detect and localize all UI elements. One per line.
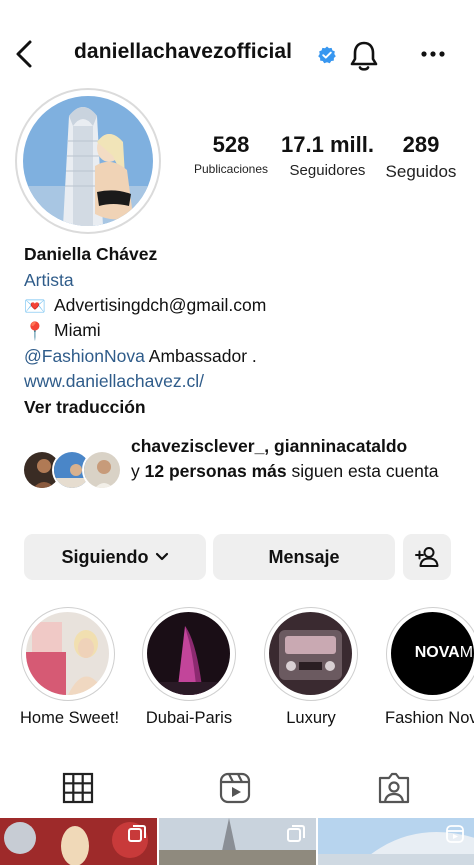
profile-avatar[interactable] bbox=[23, 96, 153, 226]
translate-button[interactable]: Ver traducción bbox=[24, 397, 146, 418]
bio-website-link[interactable]: www.daniellachavez.cl/ bbox=[24, 371, 204, 392]
followed-by-suffix: siguen esta cuenta bbox=[286, 461, 439, 481]
bio-location: Miami bbox=[54, 320, 101, 340]
posts-grid bbox=[0, 818, 474, 865]
story-highlight[interactable]: NOVAMEN Fashion Nov bbox=[385, 607, 474, 728]
followers-count-value: 17.1 mill. bbox=[281, 132, 374, 157]
followers-count[interactable]: 17.1 mill. Seguidores bbox=[280, 132, 375, 179]
highlight-label: Home Sweet! bbox=[20, 709, 120, 727]
following-button[interactable]: Siguiendo bbox=[24, 534, 206, 580]
highlight-cover bbox=[269, 612, 352, 695]
tagged-icon[interactable] bbox=[376, 770, 412, 806]
post-thumbnail[interactable] bbox=[0, 818, 157, 865]
follower-avatar bbox=[82, 450, 122, 490]
more-options-icon[interactable] bbox=[418, 42, 448, 66]
posts-count-label: Publicaciones bbox=[193, 162, 269, 176]
location-pin-icon: 📍 bbox=[24, 320, 46, 341]
followed-by-text[interactable]: chavezisclever_, gianninacataldo y 12 per… bbox=[131, 434, 461, 484]
posts-count[interactable]: 528 Publicaciones bbox=[186, 132, 276, 176]
story-highlight[interactable]: Luxury bbox=[263, 607, 359, 728]
followed-by-names: chavezisclever_, gianninacataldo bbox=[131, 436, 408, 456]
followed-by-others: 12 personas más bbox=[144, 461, 287, 481]
add-user-icon bbox=[415, 547, 439, 567]
post-thumbnail[interactable] bbox=[159, 818, 316, 865]
verified-badge-icon bbox=[318, 46, 336, 64]
followed-by-prefix: y bbox=[131, 461, 145, 481]
highlight-label: Fashion Nov bbox=[385, 709, 474, 727]
story-highlight[interactable]: Dubai-Paris bbox=[141, 607, 237, 728]
reel-icon bbox=[446, 825, 464, 843]
bio-email: Advertisingdch@gmail.com bbox=[54, 295, 267, 315]
highlight-ring: NOVAMEN bbox=[386, 607, 474, 701]
love-letter-icon: 💌 bbox=[24, 295, 46, 316]
followers-count-label: Seguidores bbox=[289, 162, 366, 179]
highlight-ring bbox=[264, 607, 358, 701]
back-arrow-icon[interactable] bbox=[10, 36, 36, 72]
reels-icon[interactable] bbox=[217, 770, 253, 806]
highlight-cover: NOVAMEN bbox=[391, 612, 474, 695]
highlight-ring bbox=[142, 607, 236, 701]
profile-tabs bbox=[0, 760, 474, 816]
bio-mention-link[interactable]: @FashionNova bbox=[24, 346, 145, 366]
profile-category: Artista bbox=[24, 270, 74, 290]
highlight-label: Dubai-Paris bbox=[145, 709, 233, 727]
following-button-label: Siguiendo bbox=[61, 546, 149, 567]
following-count-value: 289 bbox=[402, 132, 440, 157]
following-count[interactable]: 289 Seguidos bbox=[378, 132, 464, 182]
post-thumbnail[interactable] bbox=[318, 818, 474, 865]
posts-count-value: 528 bbox=[212, 132, 250, 157]
highlight-cover bbox=[26, 612, 109, 695]
highlight-label: Luxury bbox=[286, 709, 336, 727]
carousel-icon bbox=[128, 825, 146, 842]
profile-username: daniellachavezofficial bbox=[74, 40, 293, 63]
message-button-label: Mensaje bbox=[268, 546, 340, 567]
bio-mention-suffix: Ambassador . bbox=[144, 346, 257, 366]
story-highlight[interactable]: Home Sweet! bbox=[20, 607, 120, 728]
message-button[interactable]: Mensaje bbox=[213, 534, 395, 580]
grid-icon[interactable] bbox=[60, 770, 96, 806]
chevron-down-icon bbox=[155, 552, 168, 561]
bio-email-line: 💌 Advertisingdch@gmail.com bbox=[24, 295, 266, 317]
highlight-cover bbox=[147, 612, 230, 695]
nova-men-logo: NOVAMEN bbox=[414, 644, 474, 661]
carousel-icon bbox=[287, 825, 305, 842]
highlight-ring bbox=[21, 607, 115, 701]
following-count-label: Seguidos bbox=[385, 162, 457, 181]
notification-bell-icon[interactable] bbox=[346, 38, 382, 74]
bio-location-line: 📍 Miami bbox=[24, 320, 101, 342]
profile-display-name: Daniella Chávez bbox=[24, 244, 158, 264]
add-user-button[interactable] bbox=[403, 534, 451, 580]
bio-mention-line: @FashionNova Ambassador . bbox=[24, 346, 257, 367]
